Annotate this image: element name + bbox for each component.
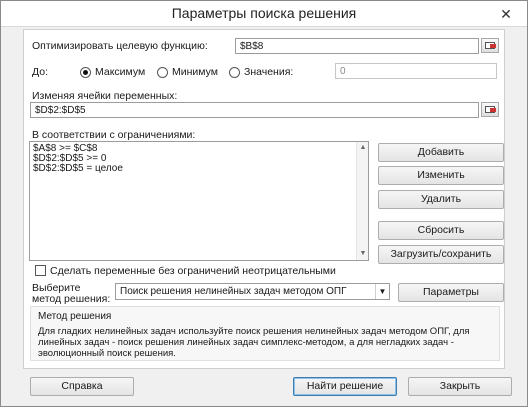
method-select-value: Поиск решения нелинейных задач методом О… [120, 286, 347, 297]
help-button[interactable]: Справка [30, 377, 134, 396]
variables-range-select-icon[interactable] [481, 102, 499, 117]
reset-button[interactable]: Сбросить [378, 221, 504, 240]
solve-button[interactable]: Найти решение [293, 377, 397, 396]
variables-input[interactable]: $D$2:$D$5 [30, 102, 479, 118]
chevron-down-icon[interactable]: ▼ [375, 284, 389, 299]
radio-value-label[interactable]: Значения: [244, 66, 293, 78]
radio-maximum-label[interactable]: Максимум [95, 66, 145, 78]
constraints-label: В соответствии с ограничениями: [32, 129, 196, 141]
close-button[interactable]: Закрыть [408, 377, 512, 396]
method-description-box: Метод решения Для гладких нелинейных зад… [30, 306, 500, 361]
change-button[interactable]: Изменить [378, 166, 504, 185]
delete-button-label: Удалить [420, 193, 462, 205]
radio-minimum-label[interactable]: Минимум [172, 66, 218, 78]
objective-input[interactable]: $B$8 [235, 38, 479, 54]
to-label: До: [32, 66, 48, 78]
close-button-label: Закрыть [439, 380, 481, 392]
radio-value[interactable] [229, 67, 240, 78]
load-save-button-label: Загрузить/сохранить [390, 248, 492, 260]
load-save-button[interactable]: Загрузить/сохранить [378, 245, 504, 264]
dialog-title: Параметры поиска решения [171, 5, 357, 21]
help-button-label: Справка [61, 380, 103, 392]
variables-label: Изменяя ячейки переменных: [32, 90, 178, 102]
solve-button-label: Найти решение [306, 380, 384, 392]
radio-minimum[interactable] [157, 67, 168, 78]
params-button[interactable]: Параметры [398, 283, 504, 302]
constraints-scrollbar[interactable]: ▲ ▼ [356, 142, 368, 260]
params-button-label: Параметры [423, 286, 479, 298]
nonneg-checkbox[interactable] [35, 265, 46, 276]
delete-button[interactable]: Удалить [378, 190, 504, 209]
add-button-label: Добавить [417, 146, 465, 158]
objective-label: Оптимизировать целевую функцию: [32, 40, 208, 52]
arrow-down-icon[interactable]: ▼ [359, 250, 367, 258]
title-bar: Параметры поиска решения ✕ [1, 1, 527, 27]
constraint-item[interactable]: $D$2:$D$5 = целое [33, 164, 123, 174]
method-box-title: Метод решения [38, 311, 112, 322]
change-button-label: Изменить [417, 169, 465, 181]
arrow-up-icon[interactable]: ▲ [359, 144, 367, 152]
method-select[interactable]: Поиск решения нелинейных задач методом О… [115, 283, 390, 300]
constraints-list[interactable]: $A$8 >= $C$8 $D$2:$D$5 >= 0 $D$2:$D$5 = … [29, 141, 369, 261]
value-input[interactable]: 0 [335, 63, 497, 79]
method-label-line2: метод решения: [32, 293, 111, 305]
method-description: Для гладких нелинейных задач используйте… [38, 326, 470, 359]
reset-button-label: Сбросить [417, 224, 465, 236]
solver-dialog: Параметры поиска решения ✕ Оптимизироват… [0, 0, 528, 407]
radio-maximum[interactable] [80, 67, 91, 78]
add-button[interactable]: Добавить [378, 143, 504, 162]
nonneg-label[interactable]: Сделать переменные без ограничений неотр… [50, 265, 336, 277]
objective-range-select-icon[interactable] [481, 38, 499, 53]
close-icon[interactable]: ✕ [497, 6, 515, 22]
